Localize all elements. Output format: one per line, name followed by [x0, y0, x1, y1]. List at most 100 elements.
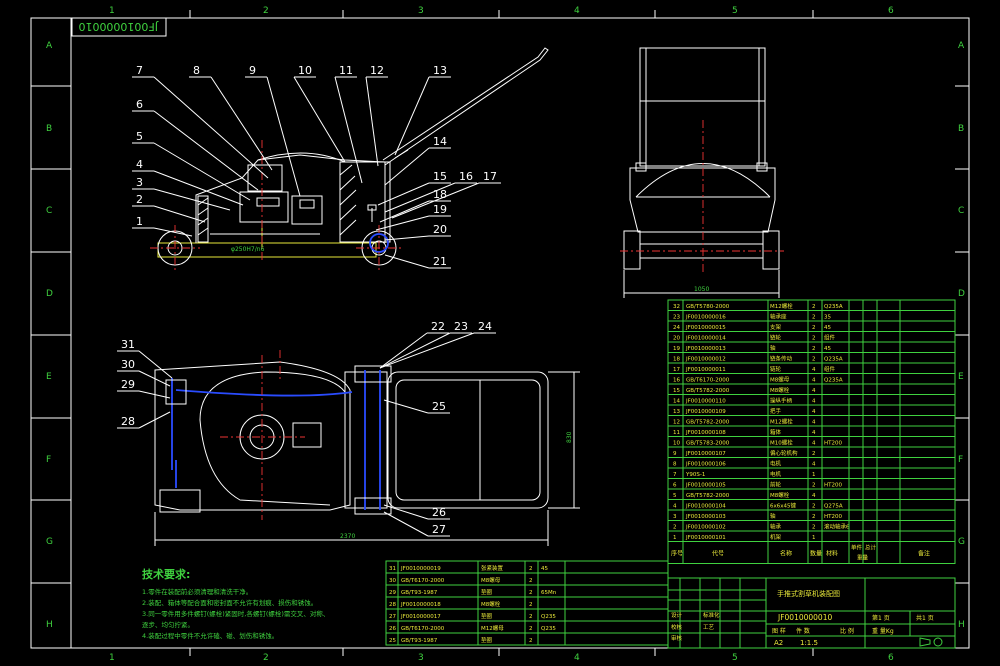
title-check: 校核 — [671, 623, 683, 631]
bom-header-no: 序号 — [671, 550, 683, 558]
bom-name: 轴承座 — [770, 313, 787, 321]
balloon-4: 4 — [136, 158, 143, 171]
bom-name: 偏心轮机构 — [770, 449, 798, 457]
bom-no: 18 — [673, 357, 680, 363]
bom-header-qty: 数量 — [810, 550, 822, 558]
bom-b-code: GB/T93-1987 — [401, 638, 438, 644]
bom-no: 8 — [673, 462, 677, 468]
balloon-14: 14 — [433, 135, 447, 148]
bom-code: JF0010000110 — [685, 399, 726, 405]
grid-row-left-H: H — [46, 620, 53, 630]
bom-b-qty: 2 — [529, 578, 533, 584]
balloon-leader — [375, 215, 430, 231]
front-right-wheel — [762, 230, 780, 270]
bom-name: 6x6x45键 — [770, 502, 797, 510]
bom-code: GB/T5780-2000 — [686, 304, 730, 310]
bom-name: M12螺栓 — [770, 302, 793, 310]
bom-qty: 2 — [812, 336, 816, 342]
bom-qty: 2 — [812, 346, 816, 352]
bom-code: JF0010000015 — [685, 325, 726, 331]
side-handle — [382, 47, 549, 166]
bom-no: 4 — [673, 504, 677, 510]
bom-mat: Q235A — [824, 357, 843, 363]
grid-row-left-C: C — [46, 206, 52, 216]
title-sheet: 第1 页 — [872, 614, 890, 622]
bom-b-name: M8螺栓 — [481, 600, 501, 608]
bom-qty: 2 — [812, 304, 816, 310]
bom-mat: Q275A — [824, 504, 843, 510]
balloon-10: 10 — [298, 64, 312, 77]
bom-no: 6 — [673, 483, 677, 489]
bom-b-mat: 45 — [541, 566, 548, 572]
bom-code: JF0010000101 — [685, 535, 726, 541]
bom-name: M8螺栓 — [770, 386, 790, 394]
bom-header-weight: 重量 — [857, 554, 869, 562]
drawing-number-rotated: JF0010000010 — [78, 20, 159, 33]
bom-b-mat: Q235 — [541, 626, 556, 632]
balloon-5: 5 — [136, 130, 143, 143]
bom-b-no: 29 — [389, 590, 396, 596]
top-height-dimension: 830 — [566, 431, 573, 443]
bom-no: 12 — [673, 420, 680, 426]
bom-code: JF0010000109 — [685, 409, 726, 415]
bom-name: 电机 — [770, 460, 782, 468]
balloon-24: 24 — [478, 320, 492, 333]
bom-name: 前轮 — [770, 481, 782, 489]
bom-b-mat: Q235 — [541, 614, 556, 620]
bom-code: JF0010000013 — [685, 346, 726, 352]
bom-qty: 4 — [812, 399, 816, 405]
balloon-22: 22 — [431, 320, 445, 333]
bom-name: 把手 — [770, 407, 782, 415]
top-battery — [159, 489, 201, 513]
tech-req-lines: 1.零件在装配前必须清理和清洗干净。 2.装配、箱体等配合面和密封面不允许有划痕、… — [142, 587, 329, 640]
bom-no: 32 — [673, 304, 680, 310]
bom-mat: HT200 — [824, 514, 842, 520]
bom-code: JF0010000104 — [685, 504, 726, 510]
side-motor-plate — [256, 197, 280, 207]
bom-qty: 2 — [812, 357, 816, 363]
bom-mat: Q235A — [824, 304, 843, 310]
bom-b-qty: 2 — [529, 626, 533, 632]
bom-code: JF0010000014 — [685, 336, 726, 342]
bom-no: 2 — [673, 525, 677, 531]
balloon-25: 25 — [432, 400, 446, 413]
balloon-16: 16 — [459, 170, 473, 183]
front-view: 1050 — [620, 47, 784, 298]
bom-b-name: 张紧装置 — [481, 564, 504, 572]
bom-mat: Q235A — [824, 378, 843, 384]
balloon-leader — [153, 188, 231, 211]
bom-qty: 4 — [812, 409, 816, 415]
bom-qty: 2 — [812, 315, 816, 321]
grid-row-left-D: D — [46, 289, 53, 299]
bom-b-name: 垫圈 — [481, 588, 493, 596]
bom-name: M10螺栓 — [770, 439, 793, 447]
projection-symbol-cone — [919, 637, 931, 647]
bom-b-mat: 65Mn — [541, 590, 557, 596]
front-width-dimension: 1050 — [694, 286, 709, 293]
bom-name: 电机 — [770, 470, 782, 478]
side-lever — [367, 204, 377, 222]
bom-code: GB/T5783-2000 — [686, 441, 730, 447]
front-body — [629, 167, 776, 233]
grid-col-bottom-1: 1 — [109, 653, 115, 663]
top-bearing-seat-top — [354, 365, 392, 383]
bom-b-qty: 2 — [529, 602, 533, 608]
grid-col-top-4: 4 — [574, 6, 580, 16]
grid-col-top-2: 2 — [263, 6, 269, 16]
balloon-leader — [379, 332, 475, 369]
balloon-leader — [379, 332, 428, 369]
bom-name: M8螺母 — [770, 376, 790, 384]
balloon-leader — [383, 511, 429, 537]
bom-b-code: JF0010000019 — [400, 566, 441, 572]
bom-qty: 4 — [812, 430, 816, 436]
bom-b-code: GB/T6170-2000 — [401, 626, 445, 632]
bom-b-no: 26 — [389, 626, 396, 632]
grid-row-right-E: E — [958, 372, 964, 382]
balloon-9: 9 — [249, 64, 256, 77]
bom-header-remark: 备注 — [918, 550, 930, 558]
balloon-20: 20 — [433, 223, 447, 236]
bom-no: 24 — [673, 325, 680, 331]
bom-no: 19 — [673, 346, 680, 352]
title-design: 设计 — [671, 611, 683, 619]
top-length-dimension: 2370 — [340, 533, 355, 540]
